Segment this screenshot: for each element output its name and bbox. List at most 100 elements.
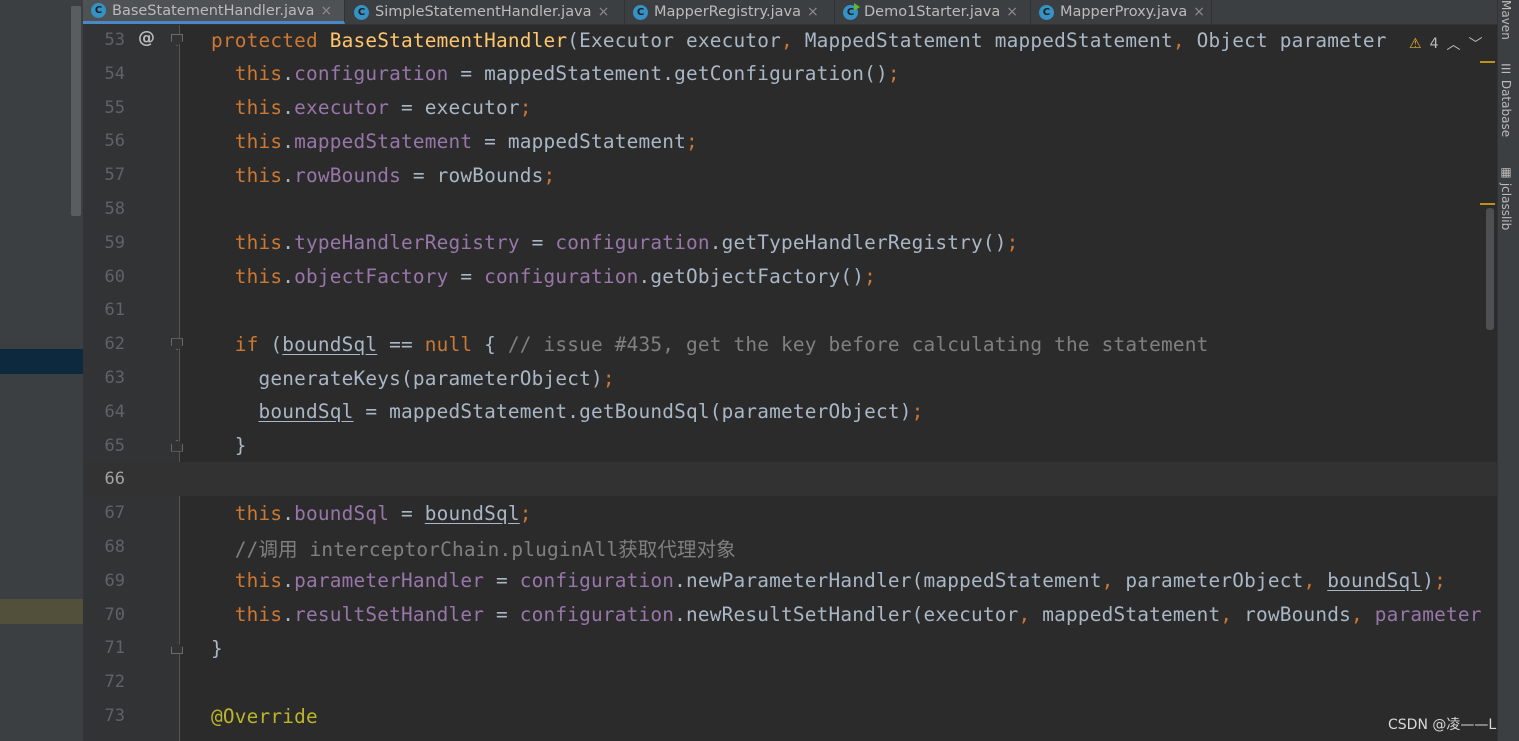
close-tab-icon[interactable]: × [320,3,332,19]
close-tab-icon[interactable]: × [807,4,819,20]
database-tool-button[interactable]: ☰ Database [1499,62,1513,137]
code-token: mappedStatement [1042,603,1221,627]
code-token: ; [887,62,900,86]
code-line[interactable]: 68 //调用 interceptorChain.pluginAll获取代理对象 [83,530,1497,564]
editor-tab[interactable]: C MapperRegistry.java × [625,0,835,24]
editor-tab[interactable]: C BaseStatementHandler.java × [83,0,345,24]
code-text: @Override [211,705,318,728]
code-token: parameter [1374,603,1482,627]
code-token: { [472,332,508,356]
line-number: 58 [104,199,125,219]
code-token: ; [911,400,924,424]
code-token: this [234,129,283,153]
project-panel-highlighted-row[interactable] [0,599,83,624]
next-highlight-button[interactable]: ﹀ [1468,34,1482,54]
code-line[interactable]: 66 [83,462,1497,497]
code-line[interactable]: 71} [83,631,1497,665]
code-token: boundSql [282,332,378,356]
close-tab-icon[interactable]: × [1193,4,1205,20]
code-line[interactable]: 53 protected BaseStatementHandler(Executo… [83,23,1497,57]
code-line[interactable]: 64 boundSql = mappedStatement.getBoundSq… [83,395,1497,429]
close-tab-icon[interactable]: × [598,4,610,20]
code-token: boundSql [1327,569,1423,593]
jclasslib-tool-button[interactable]: ▦ jclasslib [1499,165,1513,230]
project-panel-scrollbar[interactable] [71,6,81,216]
warning-stripe-marker[interactable] [1480,61,1495,63]
code-line[interactable]: 57 this.rowBounds = rowBounds; [83,158,1497,192]
maven-tool-button[interactable]: Maven [1499,0,1513,40]
editor-tab[interactable]: C SimpleStatementHandler.java × [346,0,625,24]
line-number: 60 [104,266,125,287]
warning-stripe-marker[interactable] [1480,203,1495,205]
csdn-watermark: CSDN @凌——L [1388,717,1497,733]
code-line[interactable]: 73 @Override [83,699,1497,733]
code-text: boundSql = mappedStatement.getBoundSql(p… [211,400,924,424]
line-number: 66 [104,469,125,490]
code-token: . [282,569,295,593]
code-token: .newResultSetHandler(executor [674,603,1019,627]
code-token: configuration [294,62,449,86]
editor-scrollbar-thumb[interactable] [1486,208,1494,330]
code-line[interactable]: 65 } [83,429,1497,463]
code-line[interactable]: 72 [83,665,1497,699]
tab-label: Demo1Starter.java [864,4,1001,20]
code-token: , [1350,603,1375,627]
code-token: . [282,163,295,187]
code-line[interactable]: 62 if (boundSql == null { // issue #435,… [83,327,1497,361]
code-token: .newParameterHandler(mappedStatement [674,569,1102,593]
override-marker-icon[interactable]: @ [138,28,155,48]
code-token: mappedStatement [294,129,473,153]
code-line[interactable]: 70 this.resultSetHandler = configuration… [83,598,1497,632]
code-text: //调用 interceptorChain.pluginAll获取代理对象 [211,533,736,562]
code-line[interactable]: 63 generateKeys(parameterObject); [83,361,1497,395]
java-class-icon: C [1039,4,1054,20]
code-token: configuration [519,569,675,593]
code-line[interactable]: 59 this.typeHandlerRegistry = configurat… [83,226,1497,260]
code-token: ( [270,332,283,356]
code-line[interactable]: 58 [83,192,1497,226]
line-number: 61 [104,300,125,321]
code-token: (Executor executor [567,28,781,52]
code-token: this [234,231,283,255]
code-token: = mappedStatement.getBoundSql(parameterO… [353,400,912,424]
code-token: } [211,636,223,660]
code-token: = mappedStatement.getConfiguration() [448,62,888,86]
close-tab-icon[interactable]: × [1006,4,1018,20]
code-token: , [1101,569,1126,593]
code-line[interactable]: 60 this.objectFactory = configuration.ge… [83,260,1497,294]
code-line[interactable]: 54 this.configuration = mappedStatement.… [83,57,1497,91]
line-number: 69 [104,570,125,591]
editor-tab-bar: C BaseStatementHandler.java × C SimpleStatem… [83,0,1497,25]
code-token: = [519,231,556,255]
code-line[interactable]: 61 [83,293,1497,327]
project-panel-selected-row[interactable] [0,349,83,374]
code-token: .getTypeHandlerRegistry() [709,231,1007,255]
editor-tab[interactable]: C MapperProxy.java × [1031,0,1212,24]
code-token: . [282,96,295,120]
editor-scrollbar-track[interactable] [1484,25,1496,741]
fold-collapse-icon[interactable] [171,338,183,351]
code-line[interactable]: 56 this.mappedStatement = mappedStatemen… [83,124,1497,158]
previous-highlight-button[interactable]: ︿ [1446,34,1460,54]
code-token: BaseStatementHandler [329,28,568,52]
code-token: = [484,603,520,627]
editor-tab[interactable]: C Demo1Starter.java × [835,0,1031,24]
fold-end-icon[interactable] [171,439,183,452]
code-token: == [377,332,425,356]
code-token: boundSql [424,501,520,525]
code-token: ; [602,366,615,390]
jclasslib-icon: ▦ [1499,165,1513,183]
code-token: = [448,265,485,289]
code-line[interactable]: 55 this.executor = executor; [83,91,1497,125]
code-token: = executor [389,96,520,120]
fold-end-icon[interactable] [171,642,183,655]
code-line[interactable]: 69 this.parameterHandler = configuration… [83,564,1497,598]
inspection-widget[interactable]: ⚠ 4 ︿ ﹀ [1409,34,1482,54]
code-token: protected [211,28,330,52]
line-number: 53 [104,30,125,50]
fold-collapse-icon[interactable] [171,34,183,46]
code-token: configuration [555,231,710,255]
code-line[interactable]: 67 this.boundSql = boundSql; [83,496,1497,530]
